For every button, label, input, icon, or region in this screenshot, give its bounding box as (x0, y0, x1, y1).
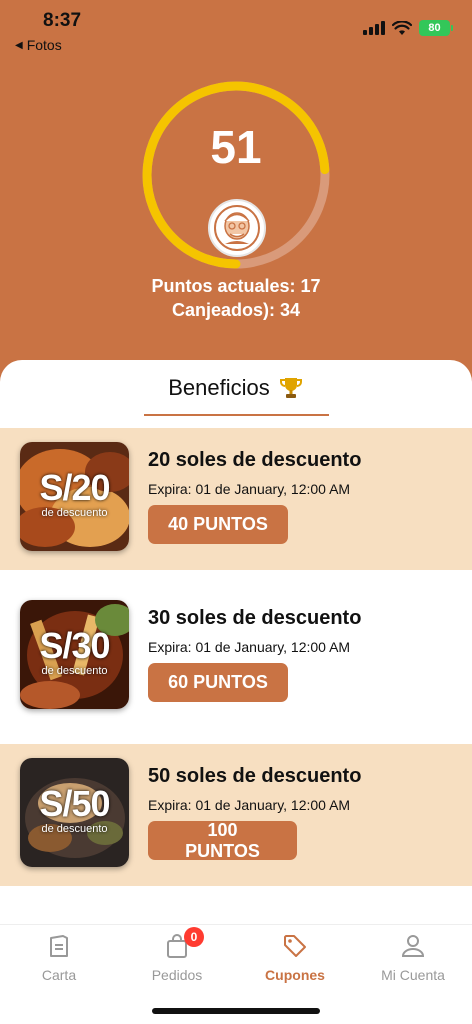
redeem-points-button[interactable]: 60 PUNTOS (148, 663, 288, 702)
redeemed-points-text: Canjeados): 34 (171, 300, 301, 320)
benefits-sheet: Beneficios S/20 de descuento 20 soles de… (0, 360, 472, 924)
benefit-item[interactable]: S/30 de descuento 30 soles de descuento … (0, 586, 472, 728)
coupon-subtitle: de descuento (41, 823, 108, 835)
coupon-thumbnail: S/20 de descuento (20, 442, 129, 551)
coupon-thumbnail: S/30 de descuento (20, 600, 129, 709)
battery-icon: 80 (419, 20, 453, 36)
status-bar: 8:37 ◀ Fotos 80 (0, 0, 472, 58)
mascot-avatar (208, 199, 266, 257)
battery-level: 80 (428, 22, 441, 34)
benefit-item[interactable]: S/20 de descuento 20 soles de descuento … (0, 428, 472, 570)
trophy-icon (279, 378, 302, 398)
tab-label: Mi Cuenta (381, 967, 445, 983)
coupon-subtitle: de descuento (41, 665, 108, 677)
tab-pedidos[interactable]: 0 Pedidos (118, 927, 236, 983)
benefits-title-underline (144, 414, 329, 416)
redeem-points-button[interactable]: 100 PUNTOS (148, 820, 297, 861)
tab-mi-cuenta[interactable]: Mi Cuenta (354, 933, 472, 983)
status-time: 8:37 (43, 10, 82, 31)
chef-mascot-icon (214, 205, 260, 251)
tab-label: Cupones (265, 967, 325, 983)
home-indicator (152, 1008, 320, 1014)
redeem-points-button[interactable]: 40 PUNTOS (148, 505, 288, 544)
coupon-subtitle: de descuento (41, 507, 108, 519)
benefit-item[interactable]: S/50 de descuento 50 soles de descuento … (0, 744, 472, 886)
back-arrow-icon: ◀ (15, 39, 23, 51)
tab-cupones[interactable]: Cupones (236, 933, 354, 983)
tab-label: Pedidos (151, 967, 203, 983)
wifi-icon (392, 20, 412, 35)
benefit-title: 30 soles de descuento (148, 607, 362, 629)
points-total: 51 (210, 121, 262, 173)
status-indicators: 80 (363, 20, 453, 36)
benefit-title: 50 soles de descuento (148, 765, 362, 787)
coupon-amount: S/20 (39, 467, 110, 508)
user-icon (401, 935, 425, 957)
benefit-title: 20 soles de descuento (148, 449, 362, 471)
benefits-header: Beneficios (0, 375, 472, 401)
orders-badge: 0 (184, 927, 204, 947)
benefit-expiry: Expira: 01 de January, 12:00 AM (148, 639, 351, 655)
tag-icon (284, 935, 306, 957)
coupon-amount: S/30 (39, 625, 110, 666)
signal-icon (363, 21, 385, 35)
coupon-thumbnail: S/50 de descuento (20, 758, 129, 867)
coupon-amount: S/50 (39, 783, 110, 824)
back-label: Fotos (26, 37, 62, 53)
tab-carta[interactable]: Carta (0, 933, 118, 983)
current-points-text: Puntos actuales: 17 (151, 276, 321, 296)
back-to-photos-link[interactable]: ◀ Fotos (15, 37, 62, 53)
tab-label: Carta (41, 967, 77, 983)
menu-doc-icon (50, 935, 68, 957)
benefit-expiry: Expira: 01 de January, 12:00 AM (148, 481, 351, 497)
benefits-title: Beneficios (168, 375, 270, 400)
benefit-expiry: Expira: 01 de January, 12:00 AM (148, 797, 351, 813)
